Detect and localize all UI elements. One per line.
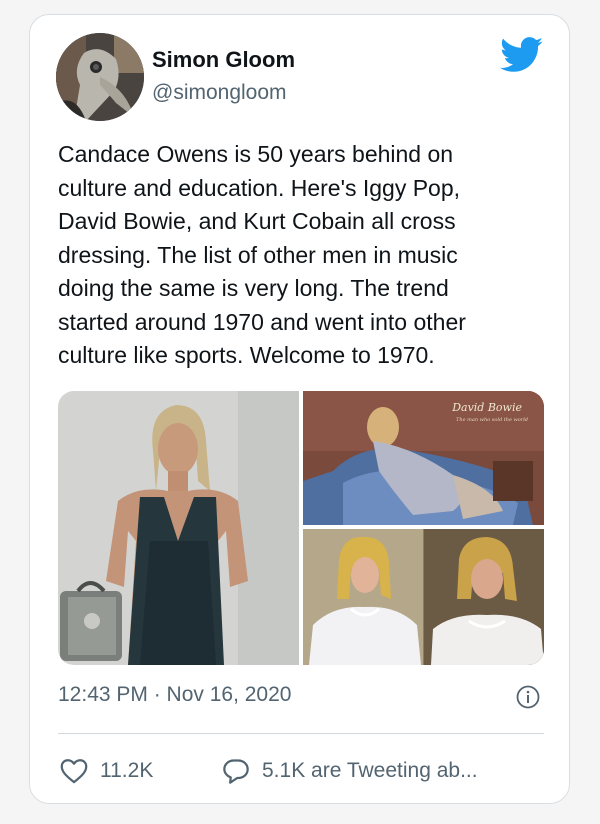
info-icon[interactable]	[516, 685, 540, 709]
tweet-text-line: culture like sports. Welcome to 1970.	[58, 342, 435, 368]
tweet-text-line: doing the same is very long. The trend	[58, 275, 449, 301]
tweet-text-line: started around 1970 and went into other	[58, 308, 466, 335]
tweet-text-line: Candace Owens is 50 years behind on	[58, 141, 454, 167]
photo-iggy-pop[interactable]	[58, 391, 299, 665]
like-count: 11.2K	[100, 759, 154, 782]
tweet-timestamp[interactable]: 12:43 PM · Nov 16, 2020	[58, 683, 291, 707]
album-subtitle: The man who sold the world	[456, 417, 528, 423]
display-name[interactable]: Simon Gloom	[152, 47, 295, 73]
conversation-text: 5.1K are Tweeting ab...	[262, 759, 478, 782]
photo-david-bowie[interactable]: David Bowie The man who sold the world	[303, 391, 544, 525]
conversation-button[interactable]: 5.1K are Tweeting ab...	[222, 757, 478, 785]
user-handle[interactable]: @simongloom	[152, 81, 287, 105]
album-title: David Bowie	[452, 401, 522, 414]
tweet-text-line: culture and education. Here's Iggy Pop,	[58, 174, 461, 201]
tweet-card[interactable]: Simon Gloom @simongloom Candace Owens is…	[29, 14, 570, 804]
photo-kurt-cobain[interactable]	[303, 529, 544, 665]
avatar-image	[56, 33, 144, 121]
tweet-text-line: David Bowie, and Kurt Cobain all cross	[58, 208, 456, 234]
media-grid: David Bowie The man who sold the world	[58, 391, 544, 665]
tweet-text: Candace Owens is 50 years behind on cult…	[58, 138, 548, 373]
divider	[58, 733, 544, 734]
speech-bubble-icon	[223, 759, 249, 784]
tweet-text-line: dressing. The list of other men in music	[58, 241, 458, 268]
avatar[interactable]	[56, 33, 144, 121]
twitter-bird-icon[interactable]	[500, 37, 544, 73]
heart-icon	[60, 759, 88, 784]
like-button[interactable]: 11.2K	[60, 757, 153, 785]
